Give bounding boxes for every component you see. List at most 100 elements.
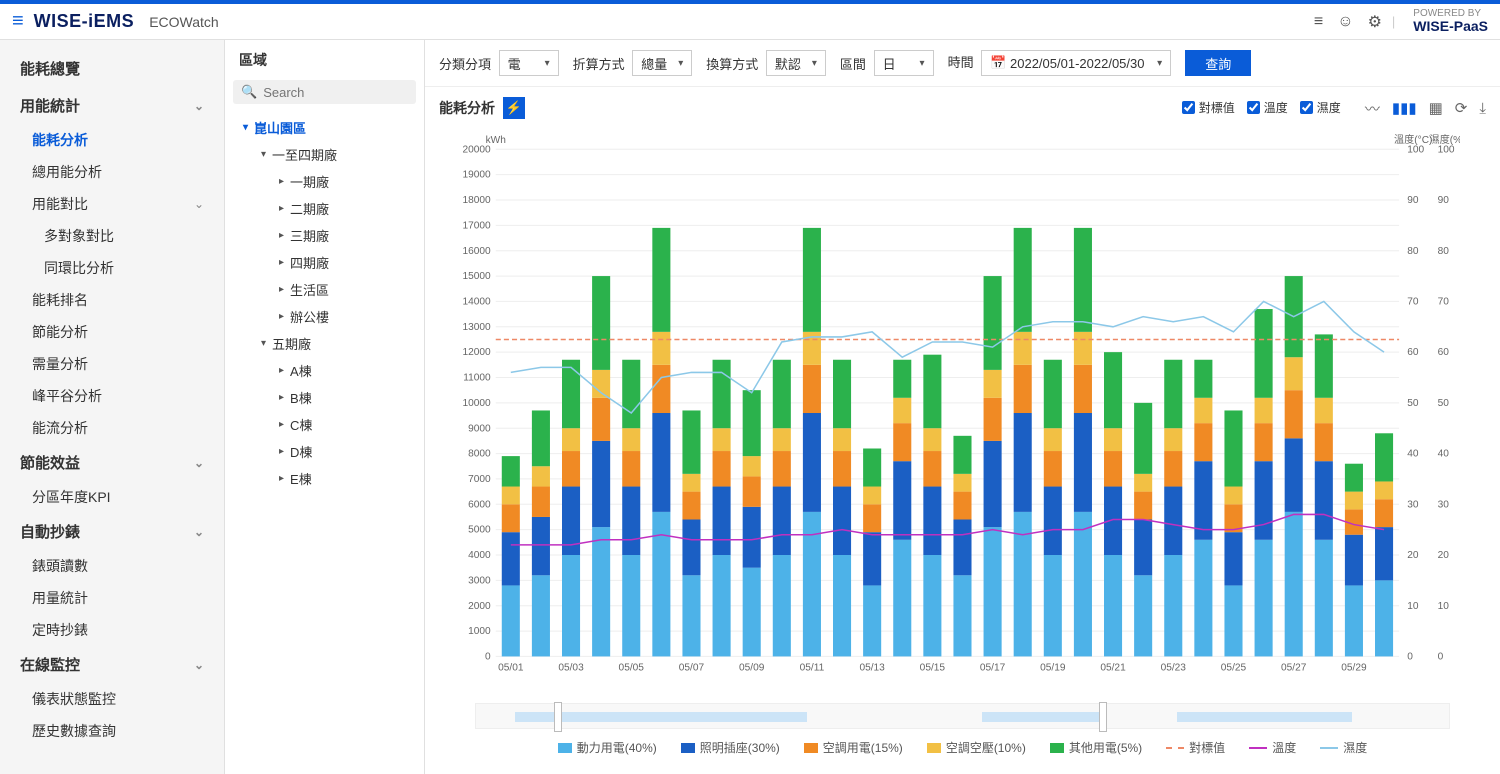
svg-text:濕度(%): 濕度(%) <box>1430 133 1460 146</box>
svg-text:10: 10 <box>1438 601 1450 612</box>
svg-text:05/03: 05/03 <box>558 663 584 674</box>
tree-node[interactable]: ▸四期廠 <box>233 249 416 276</box>
svg-text:11000: 11000 <box>463 373 491 384</box>
svg-text:30: 30 <box>1438 499 1450 510</box>
tree-node[interactable]: ▾崑山園區 <box>233 114 416 141</box>
menu-icon[interactable]: ≡ <box>12 10 24 33</box>
legend-item: 對標值 <box>1166 739 1225 756</box>
category-select[interactable]: 電▾ <box>499 50 559 76</box>
svg-text:05/23: 05/23 <box>1161 663 1187 674</box>
nav-item[interactable]: 節能分析 <box>0 316 224 348</box>
tree-node[interactable]: ▸D棟 <box>233 438 416 465</box>
download-icon[interactable]: ⤓ <box>1479 100 1486 117</box>
svg-text:05/01: 05/01 <box>498 663 524 674</box>
svg-text:05/17: 05/17 <box>980 663 1006 674</box>
nav-group[interactable]: 能耗總覽 <box>0 50 224 87</box>
svg-text:05/27: 05/27 <box>1281 663 1307 674</box>
svg-text:20: 20 <box>1438 550 1450 561</box>
tree-node[interactable]: ▸辦公樓 <box>233 303 416 330</box>
nav-item[interactable]: 能耗分析 <box>0 124 224 156</box>
svg-text:05/07: 05/07 <box>679 663 705 674</box>
svg-text:80: 80 <box>1407 246 1419 257</box>
gear-icon[interactable]: ⚙ <box>1368 12 1382 32</box>
refresh-icon[interactable]: ⟳ <box>1455 99 1468 117</box>
svg-text:20: 20 <box>1407 550 1419 561</box>
chart-legend: 動力用電(40%)照明插座(30%)空調用電(15%)空調空壓(10%)其他用電… <box>425 729 1500 774</box>
tree-node[interactable]: ▸C棟 <box>233 411 416 438</box>
date-range-picker[interactable]: 📅 2022/05/01-2022/05/30▾ <box>981 50 1171 76</box>
nav-item[interactable]: 儀表狀態監控 <box>0 683 224 715</box>
line-chart-icon[interactable]: 〰 <box>1365 98 1380 119</box>
nav-item[interactable]: 用量統計 <box>0 582 224 614</box>
svg-text:10: 10 <box>1407 601 1419 612</box>
svg-text:60: 60 <box>1438 347 1450 358</box>
tree-node[interactable]: ▸A棟 <box>233 357 416 384</box>
subtitle: ECOWatch <box>149 14 219 30</box>
nav-item[interactable]: 同環比分析 <box>0 252 224 284</box>
tree-node[interactable]: ▸生活區 <box>233 276 416 303</box>
checkbox-濕度[interactable]: 濕度 <box>1300 99 1341 116</box>
nav-group[interactable]: 節能效益⌄ <box>0 444 224 481</box>
time-slider[interactable] <box>475 703 1450 729</box>
tree-node[interactable]: ▸一期廠 <box>233 168 416 195</box>
search-box[interactable]: 🔍 <box>233 80 416 104</box>
svg-text:05/29: 05/29 <box>1341 663 1367 674</box>
search-input[interactable] <box>263 85 425 100</box>
svg-text:0: 0 <box>1438 651 1444 662</box>
user-icon[interactable]: ☺ <box>1337 13 1353 31</box>
svg-text:6000: 6000 <box>468 499 491 510</box>
svg-text:05/15: 05/15 <box>920 663 946 674</box>
svg-text:0: 0 <box>485 651 491 662</box>
tree-node[interactable]: ▸B棟 <box>233 384 416 411</box>
interval-select[interactable]: 日▾ <box>874 50 934 76</box>
nav-item[interactable]: 能耗排名 <box>0 284 224 316</box>
nav-item[interactable]: 需量分析 <box>0 348 224 380</box>
energy-chart: 0100020003000400050006000700080009000100… <box>445 129 1460 697</box>
list-icon[interactable]: ≡ <box>1314 13 1323 31</box>
nav-item[interactable]: 能流分析 <box>0 412 224 444</box>
slider-handle-left[interactable] <box>554 702 562 732</box>
nav-item[interactable]: 歷史數據查詢 <box>0 715 224 747</box>
nav-item[interactable]: 錶頭讀數 <box>0 550 224 582</box>
nav-item[interactable]: 用能對比⌄ <box>0 188 224 220</box>
svg-text:0: 0 <box>1407 651 1413 662</box>
svg-text:10000: 10000 <box>463 398 492 409</box>
svg-text:05/19: 05/19 <box>1040 663 1066 674</box>
tree-node[interactable]: ▾一至四期廠 <box>233 141 416 168</box>
nav-item[interactable]: 多對象對比 <box>0 220 224 252</box>
nav-item[interactable]: 峰平谷分析 <box>0 380 224 412</box>
checkbox-溫度[interactable]: 溫度 <box>1247 99 1288 116</box>
svg-text:05/13: 05/13 <box>859 663 885 674</box>
tree-node[interactable]: ▸E棟 <box>233 465 416 492</box>
svg-text:05/21: 05/21 <box>1100 663 1126 674</box>
slider-handle-right[interactable] <box>1099 702 1107 732</box>
nav-group[interactable]: 在線監控⌄ <box>0 646 224 683</box>
query-button[interactable]: 查詢 <box>1185 50 1251 76</box>
nav-item[interactable]: 總用能分析 <box>0 156 224 188</box>
nav-item[interactable]: 定時抄錶 <box>0 614 224 646</box>
calc-select[interactable]: 總量▾ <box>632 50 692 76</box>
svg-text:80: 80 <box>1438 246 1450 257</box>
legend-item: 其他用電(5%) <box>1050 739 1142 756</box>
svg-text:16000: 16000 <box>463 246 492 257</box>
tree-node[interactable]: ▸二期廠 <box>233 195 416 222</box>
chart-header: 能耗分析 ⚡ 對標值溫度濕度 〰 ▮▮▮ ▦ ⟳ ⤓ <box>425 87 1500 129</box>
tree-node[interactable]: ▾五期廠 <box>233 330 416 357</box>
convert-select[interactable]: 默認▾ <box>766 50 826 76</box>
nav-item[interactable]: 分區年度KPI <box>0 481 224 513</box>
checkbox-對標值[interactable]: 對標值 <box>1182 99 1235 116</box>
svg-text:70: 70 <box>1407 296 1419 307</box>
table-icon[interactable]: ▦ <box>1429 99 1443 117</box>
nav-group[interactable]: 自動抄錶⌄ <box>0 513 224 550</box>
tree-node[interactable]: ▸三期廠 <box>233 222 416 249</box>
bar-chart-icon[interactable]: ▮▮▮ <box>1392 99 1417 117</box>
legend-item: 空調空壓(10%) <box>927 739 1026 756</box>
svg-text:50: 50 <box>1438 398 1450 409</box>
search-icon: 🔍 <box>241 84 257 100</box>
svg-text:90: 90 <box>1438 195 1450 206</box>
svg-text:70: 70 <box>1438 296 1450 307</box>
powered-by: POWERED BY WISE-PaaS <box>1413 8 1488 34</box>
nav-group[interactable]: 用能統計⌄ <box>0 87 224 124</box>
svg-text:17000: 17000 <box>463 220 492 231</box>
svg-text:14000: 14000 <box>463 296 492 307</box>
